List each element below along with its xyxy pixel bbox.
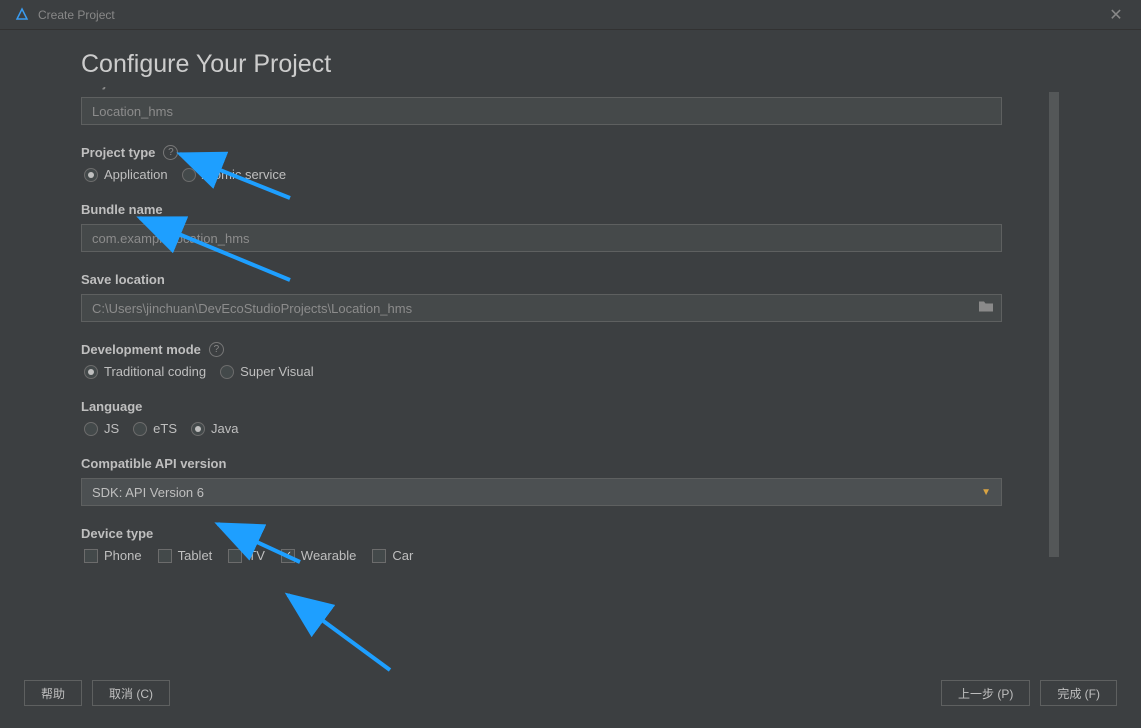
checkbox-icon <box>372 549 386 563</box>
chevron-down-icon: ▼ <box>981 487 991 498</box>
api-version-value: SDK: API Version 6 <box>92 485 204 500</box>
project-name-input[interactable] <box>81 97 1002 125</box>
checkbox-icon <box>281 549 295 563</box>
save-location-input[interactable] <box>81 294 1002 322</box>
scrollbar-thumb[interactable] <box>1049 92 1059 557</box>
content: Configure Your Project Project name Proj… <box>0 30 1141 658</box>
check-car[interactable]: Car <box>372 548 413 563</box>
project-type-radios: Application Atomic service <box>84 167 1059 182</box>
check-phone[interactable]: Phone <box>84 548 142 563</box>
radio-traditional-coding[interactable]: Traditional coding <box>84 364 206 379</box>
help-icon[interactable]: ? <box>163 145 178 160</box>
dev-mode-radios: Traditional coding Super Visual <box>84 364 1059 379</box>
radio-icon <box>84 168 98 182</box>
prev-button[interactable]: 上一步 (P) <box>941 680 1030 706</box>
titlebar: Create Project ✕ <box>0 0 1141 30</box>
radio-application[interactable]: Application <box>84 167 168 182</box>
checkbox-icon <box>158 549 172 563</box>
radio-atomic-service[interactable]: Atomic service <box>182 167 287 182</box>
close-icon[interactable]: ✕ <box>1101 0 1131 30</box>
scrollbar[interactable] <box>1049 92 1059 577</box>
checkbox-icon <box>84 549 98 563</box>
check-tablet[interactable]: Tablet <box>158 548 213 563</box>
folder-icon[interactable] <box>978 300 994 317</box>
check-wearable[interactable]: Wearable <box>281 548 356 563</box>
bundle-name-label: Bundle name <box>81 202 1059 217</box>
cancel-button[interactable]: 取消 (C) <box>92 680 170 706</box>
language-radios: JS eTS Java <box>84 421 1059 436</box>
device-type-label: Device type <box>81 526 1059 541</box>
radio-icon <box>84 365 98 379</box>
window-title: Create Project <box>38 8 115 22</box>
api-version-label: Compatible API version <box>81 456 1059 471</box>
help-icon[interactable]: ? <box>209 342 224 357</box>
project-type-label: Project type ? <box>81 145 1059 160</box>
form-area: Project name Project type ? Application … <box>81 87 1059 607</box>
radio-super-visual[interactable]: Super Visual <box>220 364 313 379</box>
check-tv[interactable]: TV <box>228 548 265 563</box>
radio-icon <box>84 422 98 436</box>
form-scroll: Project name Project type ? Application … <box>81 87 1059 563</box>
help-button[interactable]: 帮助 <box>24 680 82 706</box>
radio-java[interactable]: Java <box>191 421 238 436</box>
radio-icon <box>133 422 147 436</box>
language-label: Language <box>81 399 1059 414</box>
finish-button[interactable]: 完成 (F) <box>1040 680 1117 706</box>
device-type-checks: Phone Tablet TV Wearable Car <box>84 548 1059 563</box>
save-location-label: Save location <box>81 272 1059 287</box>
project-name-label: Project name <box>81 87 1059 90</box>
page-title: Configure Your Project <box>81 50 1059 79</box>
api-version-select[interactable]: SDK: API Version 6 ▼ <box>81 478 1002 506</box>
footer: 帮助 取消 (C) 上一步 (P) 完成 (F) <box>0 658 1141 728</box>
app-logo-icon <box>14 7 30 23</box>
radio-icon <box>220 365 234 379</box>
radio-icon <box>191 422 205 436</box>
titlebar-left: Create Project <box>14 7 115 23</box>
checkbox-icon <box>228 549 242 563</box>
radio-icon <box>182 168 196 182</box>
bundle-name-input[interactable] <box>81 224 1002 252</box>
dev-mode-label: Development mode ? <box>81 342 1059 357</box>
radio-js[interactable]: JS <box>84 421 119 436</box>
radio-ets[interactable]: eTS <box>133 421 177 436</box>
